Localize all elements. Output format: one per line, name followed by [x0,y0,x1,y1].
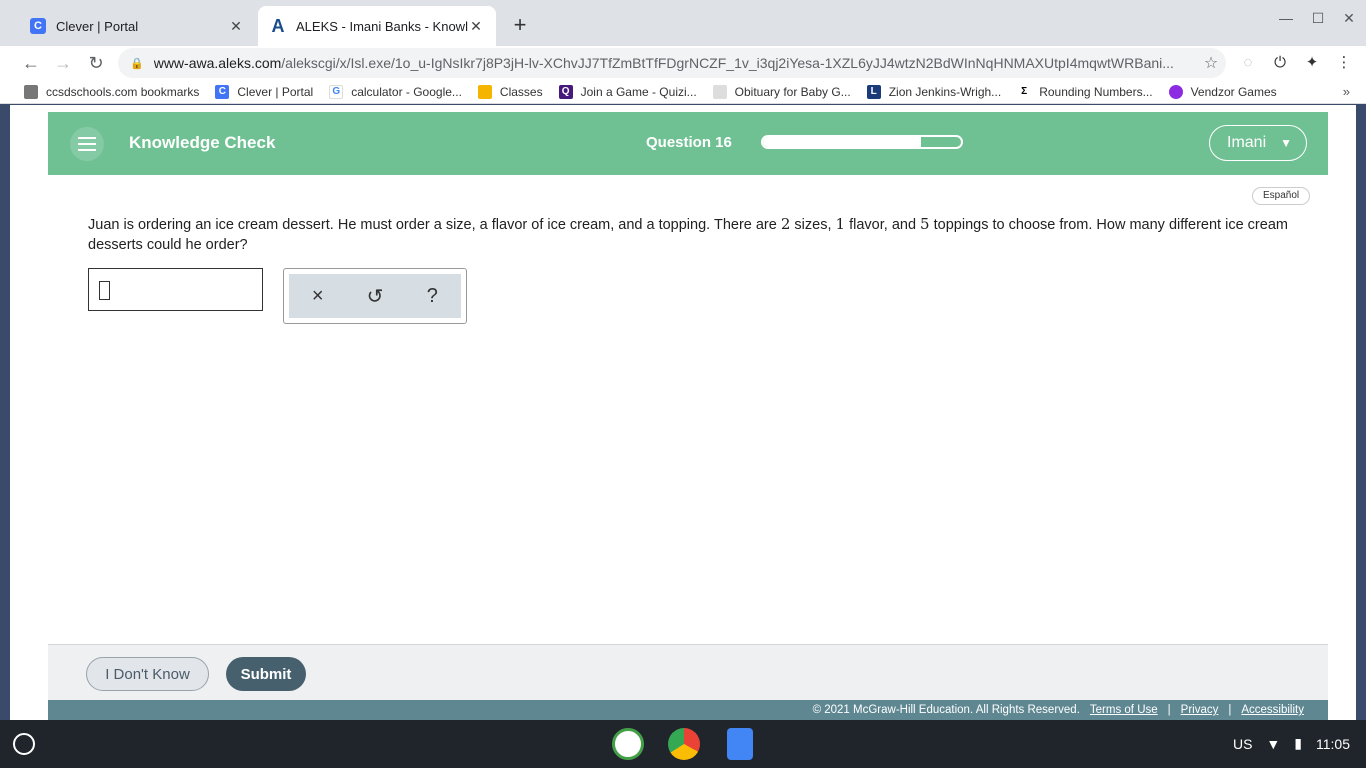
more-menu-icon[interactable]: ⋮ [1331,50,1357,76]
progress-fill [763,137,922,147]
language-toggle[interactable]: Español [1252,187,1311,205]
chrome-app-icon[interactable] [668,728,700,760]
puzzle-icon[interactable]: ✦ [1299,50,1325,76]
clock: 11:05 [1316,735,1350,752]
address-bar[interactable]: 🔒 www-awa.aleks.com/alekscgi/x/Isl.exe/1… [118,48,1226,78]
accessibility-link[interactable]: Accessibility [1241,704,1304,716]
bookmark-item[interactable]: Classes [477,84,543,99]
bookmark-item[interactable]: Σ Rounding Numbers... [1017,84,1153,99]
action-bar: I Don't Know Submit [48,644,1328,700]
url-text: www-awa.aleks.com/alekscgi/x/Isl.exe/1o_… [153,55,1174,71]
reload-icon[interactable]: ↻ [83,50,109,76]
clever-icon: C [30,18,46,34]
submit-button[interactable]: Submit [226,657,306,691]
forward-icon[interactable]: → [50,50,76,76]
hamburger-menu-icon[interactable] [70,127,104,161]
copyright-text: © 2021 McGraw-Hill Education. All Rights… [812,704,1080,716]
aleks-app: Knowledge Check Question 16 Imani ▼ Espa… [48,112,1328,720]
locale-indicator: US [1232,735,1253,752]
classroom-icon [477,84,492,99]
vendzor-icon [1168,84,1183,99]
user-menu-button[interactable]: Imani ▼ [1209,125,1307,161]
tab-title: Clever | Portal [56,18,139,34]
bookmark-item[interactable]: L Zion Jenkins-Wrigh... [866,84,1001,99]
status-tray[interactable]: US ▼ ▮ 11:05 [1233,735,1350,752]
power-icon[interactable]: ⏻ [1267,50,1293,76]
bookmark-item[interactable]: C Clever | Portal [215,84,313,99]
bookmark-item[interactable]: ccsdschools.com bookmarks [24,84,199,99]
separator: | [1228,704,1232,716]
os-shelf: US ▼ ▮ 11:05 [0,720,1366,768]
tab-strip: C Clever | Portal ✕ A ALEKS - Imani Bank… [0,0,1366,46]
classroom-app-icon[interactable] [612,728,644,760]
browser-toolbar: ← → ↻ 🔒 www-awa.aleks.com/alekscgi/x/Isl… [0,46,1366,80]
page-title: Knowledge Check [129,133,276,152]
page: Knowledge Check Question 16 Imani ▼ Espa… [10,105,1356,720]
launcher-icon[interactable] [13,733,35,755]
tab-title: ALEKS - Imani Banks - Knowledg [296,18,468,34]
bookmark-item[interactable]: Q Join a Game - Quizi... [558,84,697,99]
obituary-icon [712,84,727,99]
answer-input[interactable] [88,268,263,311]
copyright-bar: © 2021 McGraw-Hill Education. All Rights… [48,700,1328,720]
tab-aleks[interactable]: A ALEKS - Imani Banks - Knowledg ✕ [258,6,496,46]
privacy-link[interactable]: Privacy [1181,704,1219,716]
google-icon: G [329,84,344,99]
new-tab-icon[interactable]: + [508,12,532,38]
app-header: Knowledge Check Question 16 Imani ▼ [48,112,1328,175]
close-icon[interactable]: ✕ [468,18,484,35]
terms-link[interactable]: Terms of Use [1090,704,1158,716]
aleks-icon: A [271,15,285,36]
back-icon[interactable]: ← [18,50,44,76]
bookmarks-bar: ccsdschools.com bookmarks C Clever | Port… [0,80,1366,104]
minimize-icon[interactable]: — [1275,10,1297,26]
bookmarks-overflow-icon[interactable]: » [1343,84,1350,99]
wifi-icon: ▼ [1266,735,1281,752]
chevron-down-icon: ▼ [1280,136,1293,150]
question-number: Question 16 [646,134,732,151]
sigma-icon: Σ [1017,84,1032,99]
maximize-icon[interactable]: ☐ [1307,10,1329,27]
lock-icon: 🔒 [130,57,144,70]
dont-know-button[interactable]: I Don't Know [86,657,209,691]
close-window-icon[interactable]: ✕ [1338,10,1360,27]
clever-icon: C [215,84,230,99]
bookmark-item[interactable]: Gcalculator - Google... [329,84,462,99]
answer-tools: × ↺ ? [283,268,467,324]
bookmark-item[interactable]: Obituary for Baby G... [712,84,851,99]
loading-extension-icon[interactable]: ◌ [1235,50,1261,76]
close-icon[interactable]: ✕ [228,18,244,35]
folder-icon [24,84,38,99]
undo-icon[interactable]: ↺ [360,284,390,309]
docs-app-icon[interactable] [727,728,753,760]
bookmark-item[interactable]: Vendzor Games [1168,84,1277,99]
help-icon[interactable]: ? [417,285,447,308]
user-name: Imani [1227,134,1267,151]
battery-icon: ▮ [1294,735,1302,751]
separator: | [1167,704,1171,716]
question-text: Juan is ordering an ice cream dessert. H… [88,215,1288,253]
input-cursor [99,281,110,300]
star-icon[interactable]: ☆ [1196,53,1226,73]
quizizz-icon: Q [558,84,573,99]
legacy-icon: L [866,84,881,99]
clear-icon[interactable]: × [303,285,333,308]
tab-clever[interactable]: C Clever | Portal ✕ [18,6,256,46]
progress-bar [761,135,963,149]
